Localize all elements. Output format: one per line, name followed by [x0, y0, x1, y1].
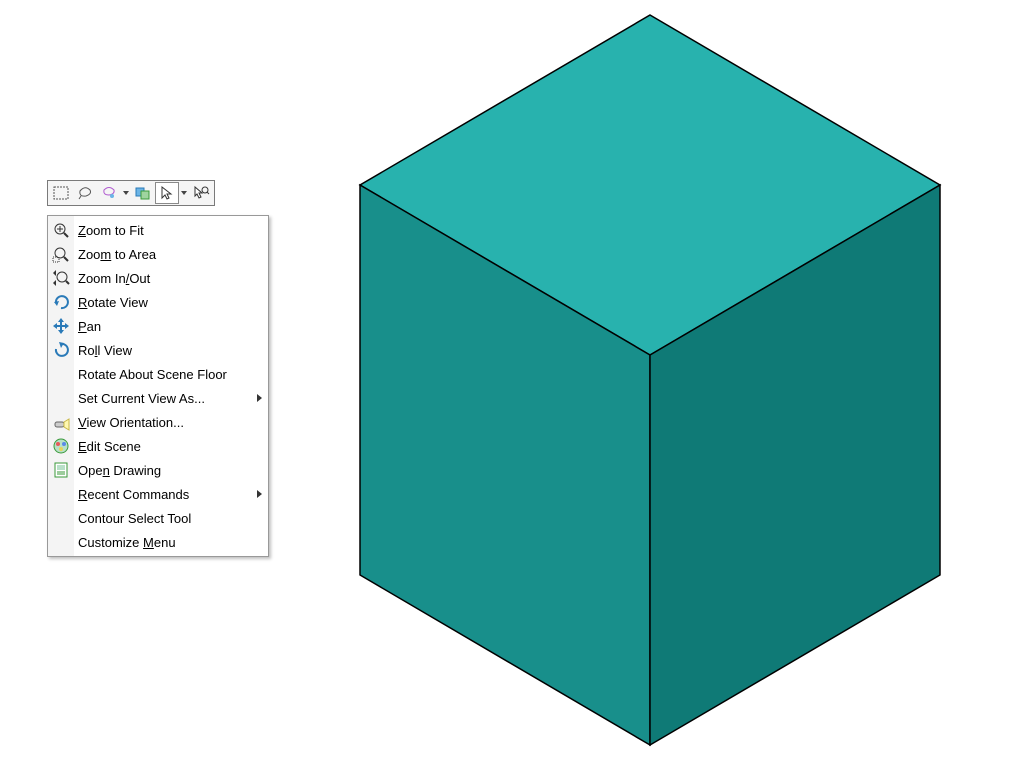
cube-top-face: [360, 15, 940, 355]
menu-item-label: Pan: [78, 319, 101, 334]
blank-icon: [52, 389, 70, 407]
isometric-cube: [340, 5, 960, 765]
menu-item-label: Open Drawing: [78, 463, 161, 478]
menu-item-label: Zoom to Area: [78, 247, 156, 262]
selection-toolbar: [47, 180, 215, 206]
menu-item[interactable]: Recent Commands: [48, 482, 268, 506]
menu-item-label: Edit Scene: [78, 439, 141, 454]
zoom-fit-icon: [52, 221, 70, 239]
menu-item-label: Recent Commands: [78, 487, 189, 502]
roll-view-icon: [52, 341, 70, 359]
blank-icon: [52, 509, 70, 527]
lasso-filter-button[interactable]: [97, 182, 121, 204]
menu-item-label: Roll View: [78, 343, 132, 358]
blank-icon: [52, 533, 70, 551]
menu-item-label: Set Current View As...: [78, 391, 205, 406]
menu-item-label: Zoom In/Out: [78, 271, 150, 286]
cube-left-face: [360, 185, 650, 745]
pan-icon: [52, 317, 70, 335]
blank-icon: [52, 365, 70, 383]
flashlight-icon: [52, 413, 70, 431]
cursor-magnify-icon: [193, 186, 209, 200]
menu-item-label: View Orientation...: [78, 415, 184, 430]
menu-item-label: Rotate View: [78, 295, 148, 310]
cursor-select-button[interactable]: [155, 182, 179, 204]
menu-item[interactable]: Edit Scene: [48, 434, 268, 458]
dropdown-arrow[interactable]: [121, 182, 131, 204]
menu-item[interactable]: Customize Menu: [48, 530, 268, 554]
submenu-arrow-icon: [257, 394, 262, 402]
menu-item[interactable]: Rotate About Scene Floor: [48, 362, 268, 386]
lasso-select-button[interactable]: [73, 182, 97, 204]
edit-scene-icon: [52, 437, 70, 455]
cursor-magnify-button[interactable]: [189, 182, 213, 204]
menu-item-label: Customize Menu: [78, 535, 176, 550]
select-over-geometry-icon: [135, 186, 151, 200]
menu-item[interactable]: Roll View: [48, 338, 268, 362]
cursor-icon: [160, 186, 174, 200]
menu-item-label: Contour Select Tool: [78, 511, 191, 526]
zoom-area-icon: [52, 245, 70, 263]
menu-item[interactable]: Zoom to Fit: [48, 218, 268, 242]
blank-icon: [52, 485, 70, 503]
menu-item[interactable]: Rotate View: [48, 290, 268, 314]
menu-item-label: Rotate About Scene Floor: [78, 367, 227, 382]
lasso-filter-icon: [101, 186, 117, 200]
menu-item[interactable]: Contour Select Tool: [48, 506, 268, 530]
menu-item[interactable]: View Orientation...: [48, 410, 268, 434]
menu-item[interactable]: Zoom In/Out: [48, 266, 268, 290]
zoom-inout-icon: [52, 269, 70, 287]
select-over-geometry-button[interactable]: [131, 182, 155, 204]
menu-item[interactable]: Zoom to Area: [48, 242, 268, 266]
menu-item-label: Zoom to Fit: [78, 223, 144, 238]
box-select-icon: [53, 186, 69, 200]
menu-item[interactable]: Pan: [48, 314, 268, 338]
menu-item[interactable]: Open Drawing: [48, 458, 268, 482]
box-select-button[interactable]: [49, 182, 73, 204]
submenu-arrow-icon: [257, 490, 262, 498]
view-context-menu: Zoom to Fit Zoom to Area Zoom In/Out Rotate…: [47, 215, 269, 557]
rotate-view-icon: [52, 293, 70, 311]
dropdown-arrow[interactable]: [179, 182, 189, 204]
open-drawing-icon: [52, 461, 70, 479]
menu-item[interactable]: Set Current View As...: [48, 386, 268, 410]
lasso-select-icon: [77, 186, 93, 200]
cube-right-face: [650, 185, 940, 745]
